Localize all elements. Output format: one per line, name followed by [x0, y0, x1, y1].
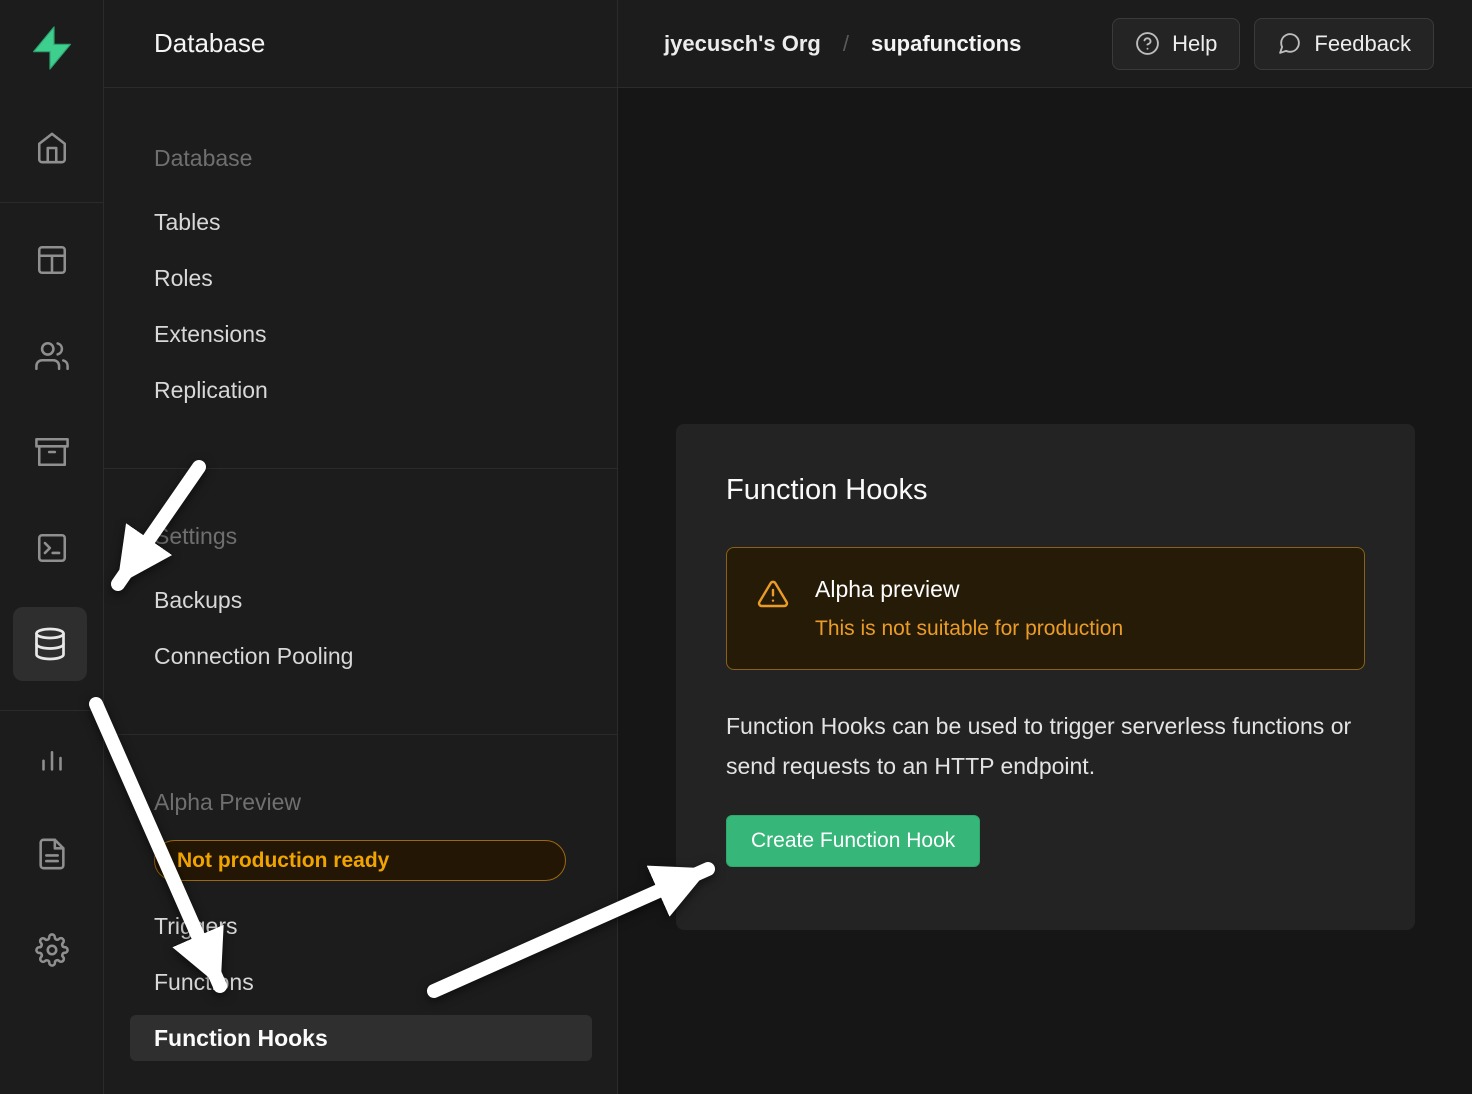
- supabase-logo[interactable]: [28, 24, 76, 77]
- speech-bubble-icon: [1277, 31, 1302, 56]
- help-button[interactable]: Help: [1112, 18, 1240, 70]
- menu-item-triggers[interactable]: Triggers: [154, 913, 238, 940]
- app-window: Database Database Tables Roles Extension…: [0, 0, 1472, 1094]
- help-button-label: Help: [1172, 31, 1217, 57]
- menu-item-extensions[interactable]: Extensions: [154, 321, 267, 348]
- menu-item-connection-pooling[interactable]: Connection Pooling: [154, 643, 353, 670]
- alert-text: Alpha preview This is not suitable for p…: [815, 576, 1123, 641]
- header-actions: Help Feedback: [1112, 18, 1434, 70]
- archive-icon: [35, 435, 69, 469]
- database-sidebar: Database Database Tables Roles Extension…: [104, 0, 618, 1094]
- menu-heading-alpha-preview: Alpha Preview: [154, 789, 301, 816]
- database-icon: [32, 626, 68, 662]
- gear-icon: [35, 933, 69, 967]
- home-icon: [35, 131, 69, 165]
- rail-item-home[interactable]: [22, 126, 82, 170]
- icon-rail: [0, 0, 104, 1094]
- menu-heading-database: Database: [154, 145, 252, 172]
- alert-title: Alpha preview: [815, 576, 1123, 603]
- menu-divider: [104, 734, 617, 735]
- bar-chart-icon: [35, 741, 69, 775]
- supabase-bolt-icon: [28, 24, 76, 72]
- sidebar-title: Database: [154, 28, 265, 59]
- breadcrumb-separator: /: [843, 31, 849, 57]
- rail-item-database[interactable]: [13, 607, 87, 681]
- menu-item-backups[interactable]: Backups: [154, 587, 242, 614]
- alert-icon-wrap: [757, 576, 789, 615]
- feedback-button-label: Feedback: [1314, 31, 1411, 57]
- sidebar-header: Database: [104, 0, 617, 88]
- rail-item-settings[interactable]: [22, 928, 82, 972]
- rail-item-auth-users[interactable]: [22, 334, 82, 378]
- alert-message: This is not suitable for production: [815, 617, 1123, 641]
- breadcrumb: jyecusch's Org / supafunctions: [664, 31, 1021, 57]
- rail-item-table-editor[interactable]: [22, 238, 82, 282]
- alpha-preview-alert: Alpha preview This is not suitable for p…: [726, 547, 1365, 670]
- menu-item-function-hooks-active[interactable]: Function Hooks: [130, 1015, 592, 1061]
- terminal-icon: [35, 531, 69, 565]
- menu-item-replication[interactable]: Replication: [154, 377, 268, 404]
- menu-heading-settings: Settings: [154, 523, 237, 550]
- menu-item-functions[interactable]: Functions: [154, 969, 254, 996]
- help-circle-icon: [1135, 31, 1160, 56]
- menu-item-tables[interactable]: Tables: [154, 209, 220, 236]
- create-function-hook-button[interactable]: Create Function Hook: [726, 815, 980, 867]
- rail-item-storage[interactable]: [22, 430, 82, 474]
- users-icon: [35, 339, 69, 373]
- file-text-icon: [35, 837, 69, 871]
- rail-divider: [0, 202, 103, 203]
- not-production-ready-badge: Not production ready: [154, 840, 566, 881]
- menu-divider: [104, 468, 617, 469]
- page-title: Function Hooks: [726, 474, 1365, 507]
- main-content: Function Hooks Alpha preview This is not…: [618, 88, 1472, 1094]
- table-icon: [35, 243, 69, 277]
- rail-item-docs[interactable]: [22, 832, 82, 876]
- panel-description: Function Hooks can be used to trigger se…: [726, 706, 1365, 787]
- menu-item-roles[interactable]: Roles: [154, 265, 213, 292]
- rail-divider: [0, 710, 103, 711]
- breadcrumb-project[interactable]: supafunctions: [871, 31, 1021, 57]
- function-hooks-panel: Function Hooks Alpha preview This is not…: [676, 424, 1415, 930]
- top-header: jyecusch's Org / supafunctions Help Feed…: [618, 0, 1472, 88]
- feedback-button[interactable]: Feedback: [1254, 18, 1434, 70]
- rail-item-reports[interactable]: [22, 736, 82, 780]
- breadcrumb-org[interactable]: jyecusch's Org: [664, 31, 821, 57]
- rail-item-sql-editor[interactable]: [22, 526, 82, 570]
- warning-triangle-icon: [757, 578, 789, 610]
